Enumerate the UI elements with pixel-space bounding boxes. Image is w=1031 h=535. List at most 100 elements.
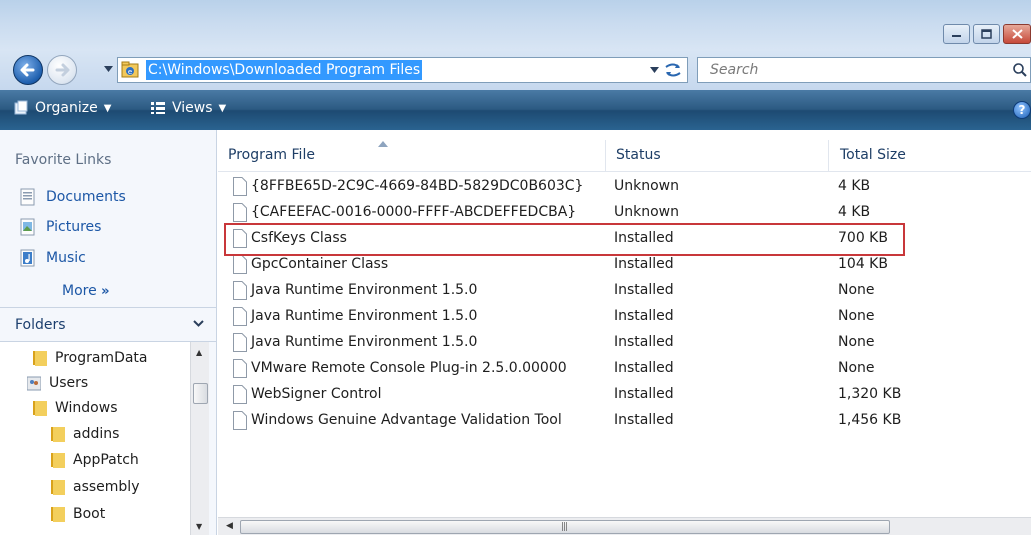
column-header-total-size[interactable]: Total Size xyxy=(840,147,906,163)
back-button[interactable] xyxy=(13,55,43,85)
folder-tree-item[interactable]: Users xyxy=(27,374,88,392)
scroll-thumb[interactable] xyxy=(193,383,208,404)
folder-tree-item[interactable]: assembly xyxy=(51,478,139,496)
folder-label: Users xyxy=(49,375,89,391)
table-row[interactable]: {8FFBE65D-2C9C-4669-84BD-5829DC0B603C} U… xyxy=(218,174,1031,200)
program-file-name: Java Runtime Environment 1.5.0 xyxy=(251,282,478,298)
back-arrow-icon xyxy=(20,63,35,77)
pictures-icon xyxy=(20,218,35,236)
program-size: None xyxy=(838,360,875,376)
folder-tree-item[interactable]: ProgramData xyxy=(33,349,148,367)
favorite-links-title: Favorite Links xyxy=(15,152,112,168)
divider xyxy=(0,307,216,308)
minimize-button[interactable] xyxy=(943,24,970,44)
search-placeholder: Search xyxy=(710,62,759,78)
scroll-up-icon[interactable]: ▲ xyxy=(196,348,202,357)
column-header-status[interactable]: Status xyxy=(616,147,661,163)
chevron-down-icon: ▼ xyxy=(103,102,112,114)
search-icon[interactable] xyxy=(1012,62,1028,78)
folder-icon xyxy=(51,507,65,522)
program-size: 1,456 KB xyxy=(838,412,902,428)
table-row[interactable]: VMware Remote Console Plug-in 2.5.0.0000… xyxy=(218,356,1031,382)
scroll-left-icon[interactable]: ◀ xyxy=(226,521,233,531)
folders-title[interactable]: Folders xyxy=(15,317,66,333)
help-icon[interactable]: ? xyxy=(1013,101,1031,119)
program-size: 700 KB xyxy=(838,230,888,246)
close-button[interactable] xyxy=(1003,24,1031,44)
file-icon xyxy=(233,255,247,274)
table-row[interactable]: GpcContainer Class Installed 104 KB xyxy=(218,252,1031,278)
scroll-grip-icon: ||| xyxy=(561,522,568,532)
table-row[interactable]: CsfKeys Class Installed 700 KB xyxy=(218,226,1031,252)
program-status: Installed xyxy=(614,360,674,376)
favorite-label: Documents xyxy=(46,189,126,205)
title-bar xyxy=(0,0,1031,50)
folder-icon xyxy=(51,427,65,442)
program-file-name: Windows Genuine Advantage Validation Too… xyxy=(251,412,562,428)
folder-tree-item[interactable]: AppPatch xyxy=(51,451,139,469)
folder-label: ProgramData xyxy=(55,350,148,366)
address-path-text[interactable]: C:\Windows\Downloaded Program Files xyxy=(146,60,423,80)
program-size: 4 KB xyxy=(838,178,871,194)
folder-tree[interactable]: ProgramData Users Windows addins AppPatc… xyxy=(0,342,196,535)
program-status: Unknown xyxy=(614,178,679,194)
chevron-down-icon[interactable] xyxy=(193,320,204,327)
folder-icon xyxy=(51,480,65,495)
window-controls xyxy=(943,24,1031,44)
favorite-pictures[interactable]: Pictures xyxy=(20,218,101,236)
organize-menu[interactable]: Organize ▼ xyxy=(13,100,111,116)
column-header-program-file[interactable]: Program File xyxy=(228,147,315,163)
program-file-name: {8FFBE65D-2C9C-4669-84BD-5829DC0B603C} xyxy=(251,178,584,194)
file-icon xyxy=(233,307,247,326)
recent-pages-dropdown-icon[interactable] xyxy=(104,66,113,72)
more-links-button[interactable]: More » xyxy=(62,283,110,299)
column-header-row: Program File Status Total Size xyxy=(218,140,1031,172)
folder-icon xyxy=(33,401,47,416)
table-row[interactable]: {CAFEEFAC-0016-0000-FFFF-ABCDEFFEDCBA} U… xyxy=(218,200,1031,226)
program-status: Installed xyxy=(614,256,674,272)
address-bar[interactable]: e C:\Windows\Downloaded Program Files xyxy=(117,57,688,83)
maximize-icon xyxy=(981,29,992,39)
favorite-music[interactable]: Music xyxy=(20,249,86,267)
forward-arrow-icon xyxy=(55,63,70,77)
program-file-name: {CAFEEFAC-0016-0000-FFFF-ABCDEFFEDCBA} xyxy=(251,204,577,220)
table-row[interactable]: Java Runtime Environment 1.5.0 Installed… xyxy=(218,304,1031,330)
forward-button[interactable] xyxy=(47,55,77,85)
table-row[interactable]: Java Runtime Environment 1.5.0 Installed… xyxy=(218,330,1031,356)
svg-text:e: e xyxy=(128,68,132,76)
views-icon xyxy=(151,102,165,114)
program-status: Installed xyxy=(614,308,674,324)
favorite-documents[interactable]: Documents xyxy=(20,188,126,206)
program-file-name: WebSigner Control xyxy=(251,386,382,402)
file-list-horizontal-scrollbar[interactable]: ◀ ||| xyxy=(218,517,1031,535)
program-status: Installed xyxy=(614,230,674,246)
table-row[interactable]: Java Runtime Environment 1.5.0 Installed… xyxy=(218,278,1031,304)
folder-tree-item[interactable]: Boot xyxy=(51,505,105,523)
address-row: e C:\Windows\Downloaded Program Files Se… xyxy=(0,50,1031,90)
search-box[interactable]: Search xyxy=(697,57,1031,83)
file-icon xyxy=(233,385,247,404)
folder-tree-item[interactable]: addins xyxy=(51,425,119,443)
favorite-label: Music xyxy=(46,250,86,266)
column-divider[interactable] xyxy=(828,140,829,172)
program-size: None xyxy=(838,308,875,324)
users-folder-icon xyxy=(27,376,41,391)
refresh-icon xyxy=(665,63,681,77)
address-dropdown-icon[interactable] xyxy=(650,67,659,73)
table-row[interactable]: WebSigner Control Installed 1,320 KB xyxy=(218,382,1031,408)
column-divider[interactable] xyxy=(605,140,606,172)
table-row[interactable]: Windows Genuine Advantage Validation Too… xyxy=(218,408,1031,434)
scroll-thumb[interactable]: ||| xyxy=(240,520,890,534)
folder-label: AppPatch xyxy=(73,452,139,468)
views-menu[interactable]: Views ▼ xyxy=(150,100,226,116)
folder-tree-scrollbar[interactable]: ▲ ▼ xyxy=(190,342,209,535)
program-status: Installed xyxy=(614,282,674,298)
favorite-label: Pictures xyxy=(46,219,102,235)
refresh-button[interactable] xyxy=(662,60,684,80)
program-status: Installed xyxy=(614,386,674,402)
scroll-down-icon[interactable]: ▼ xyxy=(196,522,202,531)
folder-tree-item[interactable]: Windows xyxy=(33,399,118,417)
program-file-name: VMware Remote Console Plug-in 2.5.0.0000… xyxy=(251,360,567,376)
maximize-button[interactable] xyxy=(973,24,1000,44)
music-icon xyxy=(20,249,35,267)
